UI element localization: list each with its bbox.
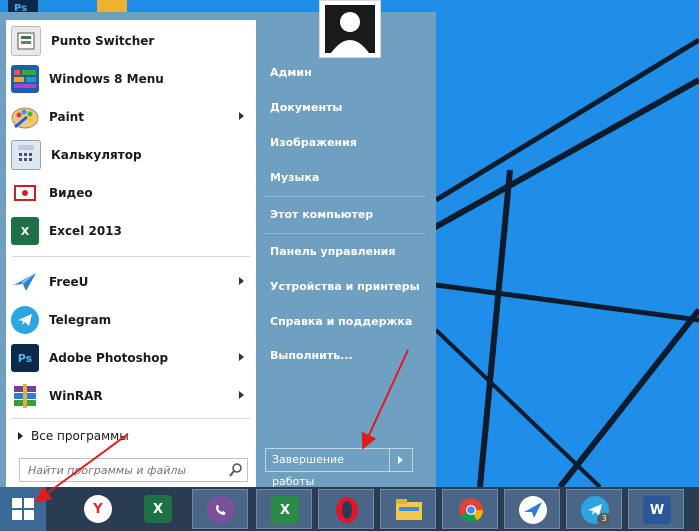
word-icon: W (643, 496, 671, 524)
app-item-telegram[interactable]: Telegram (6, 302, 256, 338)
right-item-help-support[interactable]: Справка и поддержка (270, 312, 412, 332)
menu-separator (12, 256, 250, 257)
calculator-icon (11, 140, 41, 170)
taskbar-yandex-browser[interactable]: Y (70, 489, 126, 529)
app-item-punto-switcher[interactable]: Punto Switcher (6, 23, 256, 59)
unread-badge: 3 (597, 513, 611, 525)
menu-separator (12, 418, 250, 419)
user-silhouette-icon (325, 5, 375, 53)
right-item-documents[interactable]: Документы (270, 98, 342, 118)
shutdown-group: Завершение работы (265, 448, 413, 488)
right-item-control-panel[interactable]: Панель управления (270, 242, 395, 262)
all-programs-button[interactable]: Все программы (6, 426, 256, 446)
taskbar-telegram[interactable]: 3 (566, 489, 622, 529)
telegram-icon (11, 306, 39, 334)
video-icon (11, 179, 39, 207)
winrar-icon (11, 382, 39, 410)
right-item-this-computer[interactable]: Этот компьютер (270, 205, 373, 225)
chrome-icon (457, 496, 485, 524)
app-item-winrar[interactable]: WinRAR (6, 378, 256, 414)
freeu-icon (11, 268, 39, 296)
paint-palette-icon (11, 103, 39, 131)
submenu-arrow-icon (239, 353, 244, 361)
submenu-arrow-icon (239, 112, 244, 120)
app-item-excel-2013[interactable]: X Excel 2013 (6, 213, 256, 249)
app-label: WinRAR (49, 389, 103, 403)
taskbar-excel-alt[interactable]: X (256, 489, 312, 529)
excel-sheet-icon: X (271, 496, 299, 524)
app-label: Калькулятор (51, 148, 142, 162)
opera-icon (333, 496, 361, 524)
right-item-devices-printers[interactable]: Устройства и принтеры (270, 277, 420, 297)
windows8-menu-icon (11, 65, 39, 93)
search-input[interactable] (26, 459, 220, 481)
freeu-icon (519, 496, 547, 524)
app-label: Paint (49, 110, 84, 124)
taskbar-file-explorer[interactable] (380, 489, 436, 529)
windows-logo-icon (12, 498, 34, 520)
all-programs-label: Все программы (31, 429, 129, 443)
app-item-video[interactable]: Видео (6, 175, 256, 211)
excel-icon: X (144, 495, 172, 523)
app-item-paint[interactable]: Paint (6, 99, 256, 135)
app-label: FreeU (49, 275, 89, 289)
right-separator (264, 196, 426, 197)
shutdown-options-button[interactable] (390, 449, 412, 471)
taskbar-opera[interactable] (318, 489, 374, 529)
start-button[interactable] (0, 487, 46, 531)
app-item-freeu[interactable]: FreeU (6, 264, 256, 300)
search-box[interactable] (19, 458, 248, 482)
yandex-icon: Y (84, 495, 112, 523)
folder-icon (395, 496, 423, 524)
right-item-admin[interactable]: Админ (270, 63, 312, 83)
submenu-arrow-icon (239, 391, 244, 399)
right-separator (264, 233, 426, 234)
submenu-arrow-icon (239, 277, 244, 285)
shutdown-button[interactable]: Завершение работы (266, 449, 390, 488)
right-item-music[interactable]: Музыка (270, 168, 319, 188)
app-item-adobe-photoshop[interactable]: Ps Adobe Photoshop (6, 340, 256, 376)
app-label: Windows 8 Menu (49, 72, 164, 86)
chevron-right-icon (398, 456, 403, 464)
taskbar-chrome[interactable] (442, 489, 498, 529)
app-label: Punto Switcher (51, 34, 155, 48)
start-menu-programs-pane: Punto Switcher Windows 8 Menu Paint Каль… (6, 20, 256, 487)
user-avatar[interactable] (319, 0, 381, 58)
viber-icon (207, 496, 235, 524)
punto-switcher-icon (11, 26, 41, 56)
right-item-pictures[interactable]: Изображения (270, 133, 357, 153)
taskbar-freeu[interactable] (504, 489, 560, 529)
taskbar: Y X X 3 W (0, 487, 699, 531)
search-icon[interactable] (229, 463, 243, 477)
right-item-run[interactable]: Выполнить... (270, 346, 353, 366)
app-label: Telegram (49, 313, 112, 327)
app-item-calculator[interactable]: Калькулятор (6, 137, 256, 173)
app-item-windows8-menu[interactable]: Windows 8 Menu (6, 61, 256, 97)
expand-arrow-icon (18, 432, 23, 440)
taskbar-word[interactable]: W (628, 489, 684, 529)
taskbar-excel[interactable]: X (130, 489, 186, 529)
excel-icon: X (11, 217, 39, 245)
start-menu: Punto Switcher Windows 8 Menu Paint Каль… (0, 0, 436, 488)
app-label: Adobe Photoshop (49, 351, 169, 365)
taskbar-viber[interactable] (192, 489, 248, 529)
app-label: Видео (49, 186, 93, 200)
photoshop-icon: Ps (11, 344, 39, 372)
app-label: Excel 2013 (49, 224, 122, 238)
